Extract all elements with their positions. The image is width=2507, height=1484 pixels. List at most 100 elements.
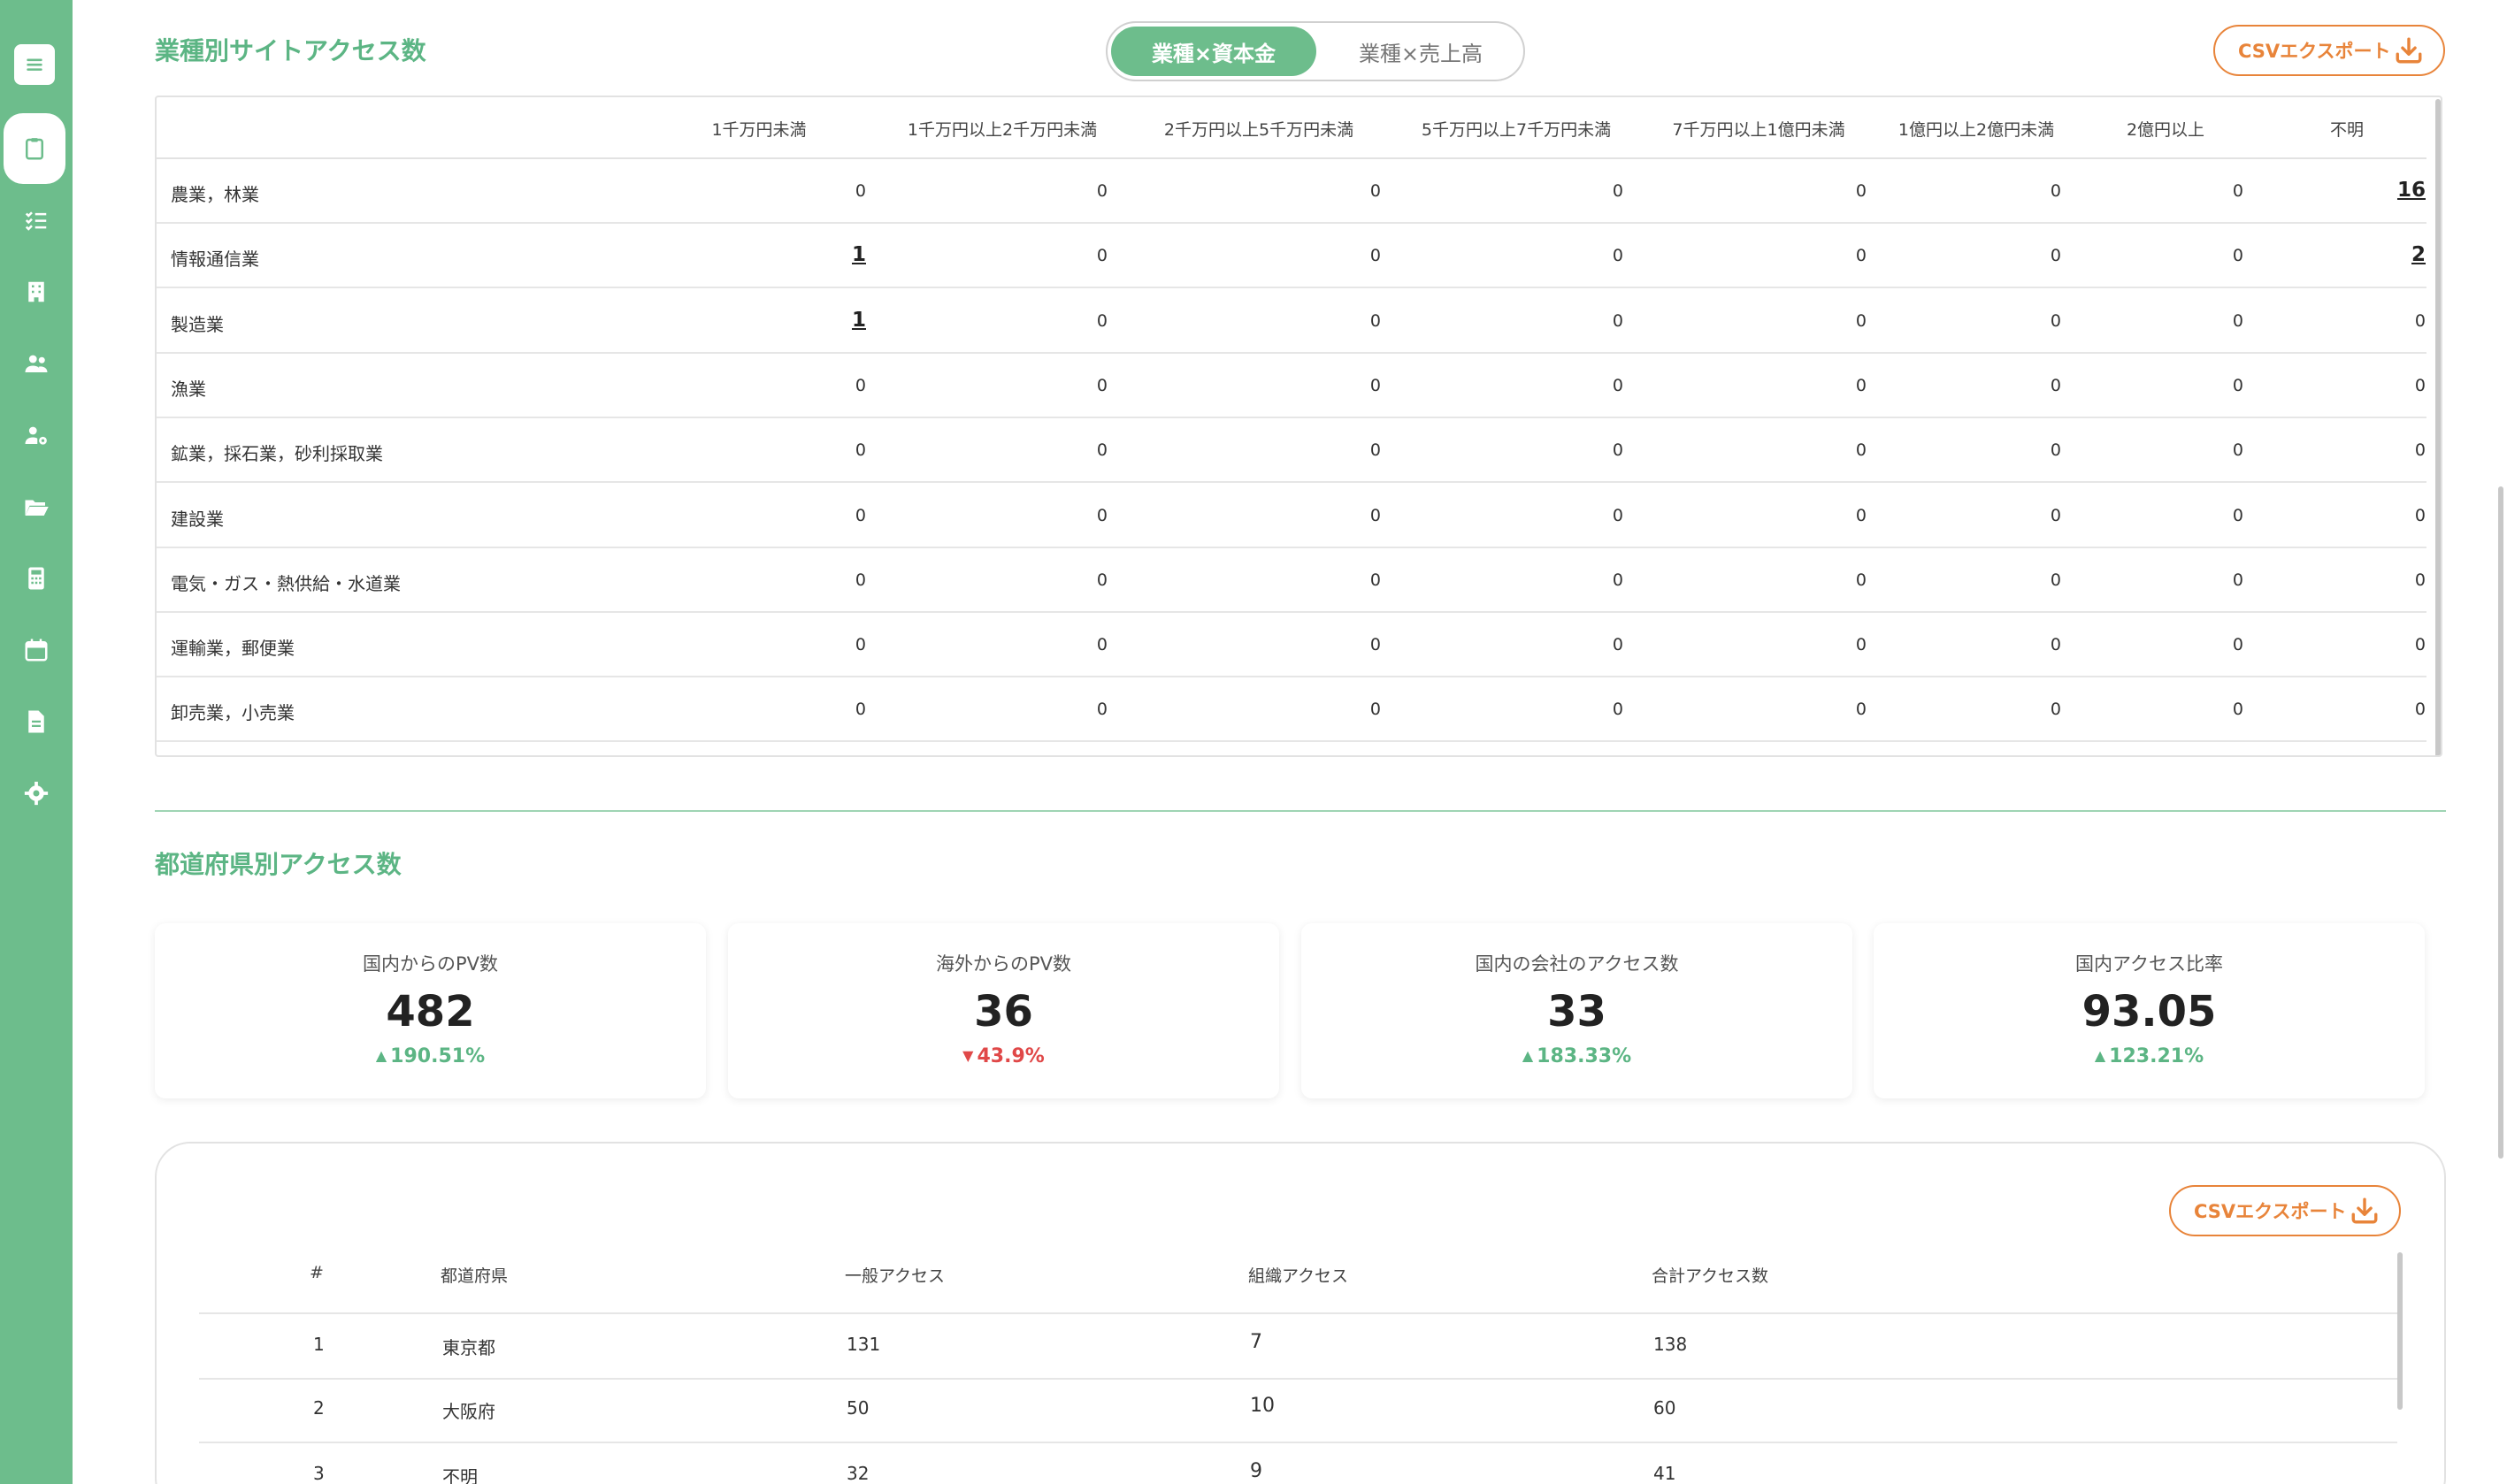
folder-open-icon[interactable] (0, 480, 73, 533)
industry-cell-value: 0 (2232, 635, 2243, 655)
industry-column-header: 5千万円以上7千万円未満 (1421, 120, 1612, 140)
industry-cell-link[interactable]: 2 (2411, 243, 2426, 266)
clipboard-icon[interactable] (4, 113, 65, 184)
stat-card-change-value: 183.33% (1537, 1045, 1632, 1067)
stat-card-label: 国内アクセス比率 (2075, 953, 2223, 975)
toggle-sales[interactable]: 業種×売上高 (1320, 27, 1522, 76)
industry-cell-link[interactable]: 1 (852, 309, 866, 332)
prefecture-column-header: 組織アクセス (1248, 1266, 1349, 1286)
industry-cell-value: 0 (1612, 375, 1623, 395)
industry-cell-value: 0 (1369, 440, 1381, 461)
industry-cell-value: 0 (2232, 310, 2243, 331)
industry-cell-value: 0 (1855, 505, 1867, 525)
stat-card-value: 33 (1547, 987, 1606, 1037)
row-number: 1 (313, 1334, 325, 1355)
industry-table-row: 電気・ガス・熱供給・水道業 0 0 0 0 0 0 0 0 (157, 548, 2426, 613)
industry-cell-value: 0 (1855, 700, 1867, 720)
industry-cell-value: 0 (1369, 181, 1381, 201)
industry-table-row: 漁業 0 0 0 0 0 0 0 0 (157, 354, 2426, 418)
industry-cell-value: 0 (2232, 700, 2243, 720)
industry-table-row: 製造業 1 0 0 0 0 0 0 0 (157, 289, 2426, 354)
industry-cell-value: 0 (2232, 181, 2243, 201)
table-divider (429, 1312, 2397, 1314)
industry-cell-value: 0 (855, 635, 866, 655)
industry-row-label: 運輸業，郵便業 (171, 638, 295, 660)
industry-row-label: 鉱業，採石業，砂利採取業 (171, 443, 383, 465)
page-scrollbar[interactable] (2498, 486, 2503, 1159)
stat-card-label: 海外からのPV数 (935, 953, 1072, 975)
industry-cell-value: 0 (1612, 310, 1623, 331)
building-icon[interactable] (0, 265, 73, 318)
stat-card: 海外からのPV数 36 ▼ 43.9% (728, 923, 1279, 1098)
industry-cell-value: 0 (1369, 635, 1381, 655)
industry-cell-value: 0 (855, 700, 866, 720)
industry-cell-value: 0 (1612, 570, 1623, 590)
checklist-icon[interactable] (0, 194, 73, 247)
industry-cell-value: 0 (2414, 635, 2426, 655)
prefecture-column-header: 都道府県 (441, 1266, 509, 1286)
industry-cell-value: 0 (1096, 246, 1108, 266)
industry-cell-value: 0 (1855, 181, 1867, 201)
industry-column-header: 2億円以上 (2126, 120, 2205, 140)
industry-cell-value: 0 (2414, 700, 2426, 720)
industry-cell-value: 0 (2050, 181, 2061, 201)
industry-cell-value: 0 (1855, 246, 1867, 266)
stat-card: 国内からのPV数 482 ▲ 190.51% (155, 923, 706, 1098)
row-number: 2 (313, 1397, 325, 1419)
prefecture-csv-export-button[interactable]: CSVエクスポート (2169, 1185, 2401, 1236)
stat-card-value: 93.05 (2082, 987, 2217, 1037)
document-icon[interactable] (0, 695, 73, 748)
stat-card-change: ▼ 43.9% (728, 1045, 1279, 1067)
industry-row-label: 卸売業，小売業 (171, 702, 295, 724)
gear-icon[interactable] (0, 767, 73, 820)
industry-cell-value: 0 (1096, 375, 1108, 395)
industry-cell-value: 0 (2232, 505, 2243, 525)
industry-cell-link[interactable]: 16 (2397, 179, 2426, 202)
industry-row-label: 建設業 (171, 508, 224, 530)
industry-cell-value: 0 (1369, 246, 1381, 266)
industry-column-header: 7千万円以上1億円未満 (1672, 120, 1845, 140)
industry-csv-export-button[interactable]: CSVエクスポート (2213, 25, 2445, 76)
prefecture-column-header: 合計アクセス数 (1652, 1266, 1769, 1286)
industry-cell-value: 0 (1096, 635, 1108, 655)
industry-cell-value: 0 (855, 505, 866, 525)
toggle-capital[interactable]: 業種×資本金 (1111, 27, 1316, 76)
user-gear-icon[interactable] (0, 409, 73, 462)
table-divider (199, 1312, 429, 1314)
stat-card-label: 国内の会社のアクセス数 (1475, 953, 1679, 975)
menu-icon[interactable] (14, 44, 55, 85)
general-access: 32 (847, 1463, 870, 1484)
prefecture-table-scrollbar[interactable] (2397, 1252, 2403, 1410)
industry-cell-value: 0 (1096, 570, 1108, 590)
download-icon (2396, 37, 2422, 64)
industry-column-header: 1千万円未満 (711, 120, 807, 140)
industry-table-scrollbar[interactable] (2435, 99, 2441, 755)
industry-row-label: 製造業 (171, 313, 224, 335)
industry-cell-value: 0 (1612, 181, 1623, 201)
industry-cell-value: 0 (1096, 310, 1108, 331)
industry-cell-value: 0 (2050, 635, 2061, 655)
industry-cell-value: 0 (1369, 700, 1381, 720)
organization-access: 9 (1250, 1460, 1262, 1482)
prefecture-name: 不明 (442, 1466, 478, 1484)
industry-cell-value: 0 (1612, 440, 1623, 461)
row-number: 3 (313, 1463, 325, 1484)
stat-card-change: ▲ 183.33% (1301, 1045, 1852, 1067)
users-icon[interactable] (0, 337, 73, 390)
stat-card-value: 36 (974, 987, 1033, 1037)
table-divider (199, 1442, 2397, 1443)
stat-card-change-value: 43.9% (977, 1045, 1045, 1067)
prefecture-section-title: 都道府県別アクセス数 (155, 850, 402, 879)
industry-cell-value: 0 (2414, 570, 2426, 590)
industry-cell-value: 0 (2050, 700, 2061, 720)
industry-section-title: 業種別サイトアクセス数 (155, 36, 426, 65)
industry-cell-link[interactable]: 1 (852, 243, 866, 266)
stat-card-change: ▲ 123.21% (1874, 1045, 2425, 1067)
industry-cell-value: 0 (2414, 440, 2426, 461)
calendar-icon[interactable] (0, 623, 73, 677)
industry-cell-value: 0 (2414, 310, 2426, 331)
industry-row-label: 農業，林業 (171, 184, 259, 205)
calculator-icon[interactable] (0, 552, 73, 605)
stat-card-change-value: 190.51% (390, 1045, 486, 1067)
general-access: 50 (847, 1397, 870, 1419)
